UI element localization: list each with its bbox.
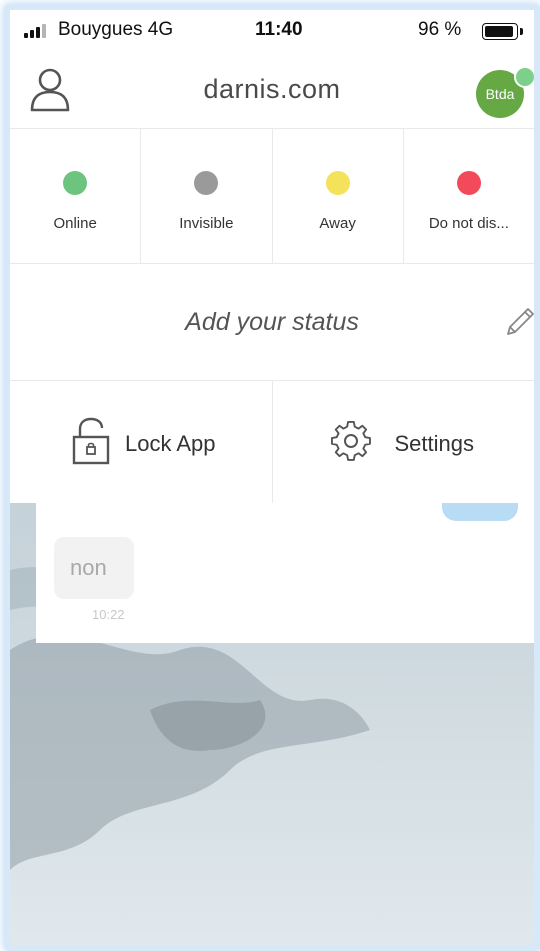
status-bar: Bouygues 4G 11:40 96 % bbox=[10, 10, 534, 52]
lock-icon bbox=[72, 417, 110, 465]
battery-icon bbox=[482, 23, 518, 40]
custom-status-placeholder: Add your status bbox=[185, 308, 359, 336]
app-screen: Bouygues 4G 11:40 96 % darnis.com Btda O… bbox=[4, 4, 540, 951]
message-timestamp: 10:22 bbox=[92, 607, 125, 622]
status-option-invisible[interactable]: Invisible bbox=[141, 129, 273, 263]
action-row: Lock App Settings bbox=[10, 381, 534, 503]
status-dot-icon bbox=[63, 171, 88, 195]
gear-icon bbox=[330, 421, 371, 461]
incoming-message-bubble[interactable]: non bbox=[54, 537, 134, 599]
battery-tip bbox=[520, 28, 523, 35]
status-label: Invisible bbox=[179, 215, 234, 232]
status-dot-icon bbox=[325, 171, 350, 195]
status-label: Do not dis... bbox=[428, 215, 509, 232]
lock-app-label: Lock App bbox=[125, 431, 216, 456]
carrier-label: Bouygues 4G bbox=[58, 19, 174, 40]
presence-status-options: Online Invisible Away Do not dis... bbox=[10, 128, 534, 264]
battery-percent: 96 % bbox=[418, 19, 462, 40]
clock: 11:40 bbox=[255, 19, 303, 40]
status-dot-icon bbox=[456, 171, 481, 195]
status-option-online[interactable]: Online bbox=[10, 129, 142, 263]
chat-message-list: non 10:22 bbox=[36, 503, 534, 643]
message-text: non bbox=[70, 555, 107, 580]
header: darnis.com Btda bbox=[10, 52, 534, 128]
presence-indicator bbox=[514, 66, 534, 88]
settings-label: Settings bbox=[394, 431, 475, 456]
status-label: Away bbox=[319, 215, 356, 232]
status-option-do-not-disturb[interactable]: Do not dis... bbox=[404, 129, 534, 263]
signal-icon bbox=[24, 24, 52, 38]
status-option-away[interactable]: Away bbox=[273, 129, 404, 263]
lock-app-button[interactable]: Lock App bbox=[10, 381, 273, 503]
status-dot-icon bbox=[194, 171, 219, 195]
pencil-icon[interactable] bbox=[504, 306, 536, 338]
status-label: Online bbox=[53, 215, 97, 232]
outgoing-message-bubble[interactable] bbox=[442, 503, 518, 521]
page-title: darnis.com bbox=[203, 74, 341, 104]
settings-button[interactable]: Settings bbox=[273, 381, 535, 503]
custom-status-field[interactable]: Add your status bbox=[10, 264, 534, 381]
